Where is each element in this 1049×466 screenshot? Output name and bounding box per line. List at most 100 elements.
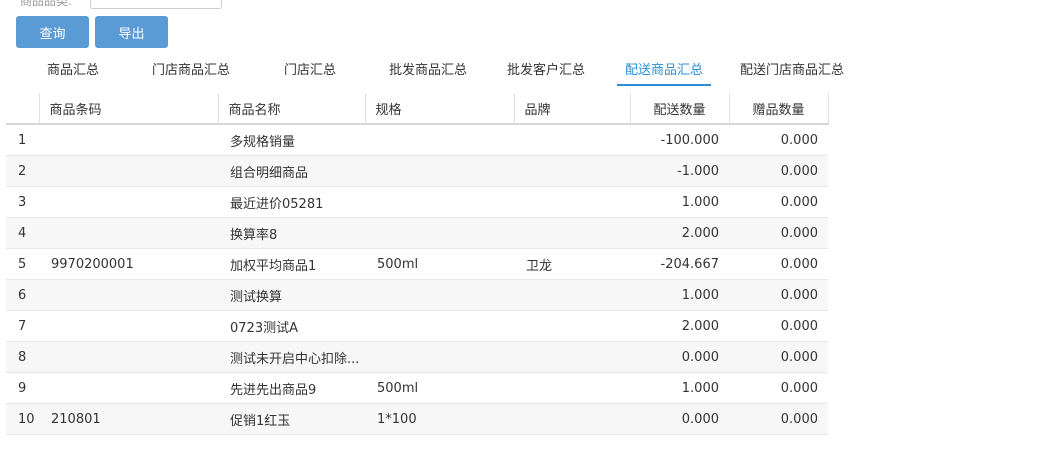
row-product-name: 测试换算 (218, 279, 365, 311)
header-gift-qty[interactable]: 赠品数量 (729, 93, 829, 125)
row-brand (514, 372, 630, 404)
row-barcode (39, 155, 218, 187)
row-index: 10 (6, 403, 39, 435)
row-index: 5 (6, 248, 39, 280)
row-spec: 500ml (365, 248, 514, 280)
row-product-name: 测试未开启中心扣除... (218, 341, 365, 373)
row-brand (514, 341, 630, 373)
row-brand (514, 310, 630, 342)
table-header-row: 商品条码 商品名称 规格 品牌 配送数量 赠品数量 (6, 93, 829, 125)
row-barcode (39, 279, 218, 311)
export-button[interactable]: 导出 (95, 16, 168, 48)
tab-wholesale-customer-summary[interactable]: 批发客户汇总 (507, 60, 585, 84)
row-brand (514, 279, 630, 311)
tab-store-summary[interactable]: 门店汇总 (284, 60, 336, 84)
row-product-name: 加权平均商品1 (218, 248, 365, 280)
row-index: 8 (6, 341, 39, 373)
table-row[interactable]: 4 换算率8 2.000 0.000 (6, 217, 828, 249)
tab-delivery-product-summary[interactable]: 配送商品汇总 (617, 60, 712, 86)
table-row[interactable]: 1 多规格销量 -100.000 0.000 (6, 124, 828, 156)
row-product-name: 促销1红玉 (218, 403, 365, 435)
row-gift-qty: 0.000 (729, 279, 828, 311)
row-barcode (39, 372, 218, 404)
row-brand: 卫龙 (514, 248, 630, 280)
row-barcode (39, 217, 218, 249)
row-spec: 500ml (365, 372, 514, 404)
header-brand[interactable]: 品牌 (514, 93, 631, 125)
row-delivery-qty: 1.000 (630, 372, 729, 404)
row-spec (365, 124, 514, 156)
row-spec: 1*100 (365, 403, 514, 435)
row-gift-qty: 0.000 (729, 155, 828, 187)
header-spec[interactable]: 规格 (365, 93, 515, 125)
row-product-name: 先进先出商品9 (218, 372, 365, 404)
row-gift-qty: 0.000 (729, 124, 828, 156)
row-product-name: 换算率8 (218, 217, 365, 249)
row-spec (365, 341, 514, 373)
row-gift-qty: 0.000 (729, 341, 828, 373)
row-delivery-qty: -1.000 (630, 155, 729, 187)
row-spec (365, 279, 514, 311)
row-barcode (39, 124, 218, 156)
query-button[interactable]: 查询 (16, 16, 89, 48)
row-index: 7 (6, 310, 39, 342)
row-brand (514, 186, 630, 218)
row-index: 6 (6, 279, 39, 311)
row-barcode: 9970200001 (39, 248, 218, 280)
row-brand (514, 403, 630, 435)
row-gift-qty: 0.000 (729, 310, 828, 342)
row-delivery-qty: 1.000 (630, 279, 729, 311)
tab-wholesale-product-summary[interactable]: 批发商品汇总 (389, 60, 467, 84)
row-barcode: 210801 (39, 403, 218, 435)
report-tabs: 商品汇总 门店商品汇总 门店汇总 批发商品汇总 批发客户汇总 配送商品汇总 配送… (0, 60, 1049, 86)
table-row[interactable]: 2 组合明细商品 -1.000 0.000 (6, 155, 828, 187)
table-row[interactable]: 8 测试未开启中心扣除... 0.000 0.000 (6, 341, 828, 373)
row-gift-qty: 0.000 (729, 248, 828, 280)
row-index: 9 (6, 372, 39, 404)
row-product-name: 0723测试A (218, 310, 365, 342)
table-row[interactable]: 3 最近进价05281 1.000 0.000 (6, 186, 828, 218)
row-gift-qty: 0.000 (729, 372, 828, 404)
header-index (6, 93, 40, 125)
delivery-product-table: 商品条码 商品名称 规格 品牌 配送数量 赠品数量 1 多规格销量 -100.0… (6, 93, 829, 435)
row-delivery-qty: 1.000 (630, 186, 729, 218)
row-gift-qty: 0.000 (729, 186, 828, 218)
row-gift-qty: 0.000 (729, 403, 828, 435)
header-product-name[interactable]: 商品名称 (218, 93, 366, 125)
row-index: 2 (6, 155, 39, 187)
tab-delivery-store-product-summary[interactable]: 配送门店商品汇总 (740, 60, 844, 84)
table-row[interactable]: 10 210801 促销1红玉 1*100 0.000 0.000 (6, 403, 828, 435)
row-spec (365, 217, 514, 249)
row-gift-qty: 0.000 (729, 217, 828, 249)
row-barcode (39, 186, 218, 218)
row-barcode (39, 341, 218, 373)
row-delivery-qty: -100.000 (630, 124, 729, 156)
row-delivery-qty: -204.667 (630, 248, 729, 280)
table-row[interactable]: 5 9970200001 加权平均商品1 500ml 卫龙 -204.667 0… (6, 248, 828, 280)
row-brand (514, 217, 630, 249)
row-product-name: 最近进价05281 (218, 186, 365, 218)
table-row[interactable]: 9 先进先出商品9 500ml 1.000 0.000 (6, 372, 828, 404)
row-index: 4 (6, 217, 39, 249)
row-spec (365, 310, 514, 342)
tab-product-summary[interactable]: 商品汇总 (47, 60, 99, 84)
row-product-name: 多规格销量 (218, 124, 365, 156)
table-row[interactable]: 6 测试换算 1.000 0.000 (6, 279, 828, 311)
row-spec (365, 155, 514, 187)
row-product-name: 组合明细商品 (218, 155, 365, 187)
table-row[interactable]: 7 0723测试A 2.000 0.000 (6, 310, 828, 342)
row-brand (514, 124, 630, 156)
row-delivery-qty: 0.000 (630, 403, 729, 435)
row-index: 3 (6, 186, 39, 218)
category-filter-input[interactable] (90, 0, 222, 9)
tab-store-product-summary[interactable]: 门店商品汇总 (152, 60, 230, 84)
filter-label: 商品品类: (20, 0, 73, 8)
row-delivery-qty: 2.000 (630, 310, 729, 342)
header-barcode[interactable]: 商品条码 (39, 93, 219, 125)
row-spec (365, 186, 514, 218)
row-brand (514, 155, 630, 187)
filter-row: 商品品类: (0, 0, 240, 10)
header-delivery-qty[interactable]: 配送数量 (630, 93, 730, 125)
row-barcode (39, 310, 218, 342)
row-delivery-qty: 2.000 (630, 217, 729, 249)
